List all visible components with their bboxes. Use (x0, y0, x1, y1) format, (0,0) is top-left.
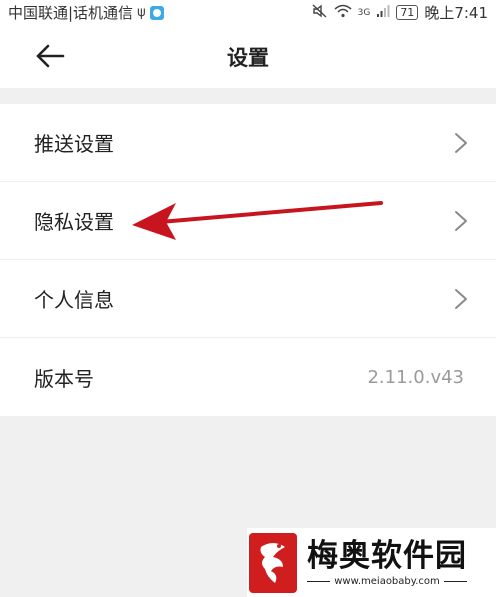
app-notification-icon (149, 5, 164, 20)
settings-item-label: 隐私设置 (34, 210, 114, 234)
watermark-name: 梅奥软件园 (307, 538, 467, 574)
chevron-right-icon (455, 210, 467, 231)
chevron-right-icon (455, 132, 467, 153)
status-left: 中国联通|话机通信 ψ (8, 2, 164, 23)
settings-item-personal-info[interactable]: 个人信息 (0, 260, 496, 338)
watermark-url: www.meiaobaby.com (334, 576, 440, 587)
settings-item-label: 推送设置 (34, 132, 114, 156)
version-label: 版本号 (34, 366, 94, 391)
settings-item-privacy[interactable]: 隐私设置 (0, 182, 496, 260)
watermark-text: 梅奥软件园 www.meiaobaby.com (307, 538, 468, 587)
divider (307, 581, 331, 582)
watermark: 梅奥软件园 www.meiaobaby.com (247, 528, 496, 597)
settings-item-version: 版本号 2.11.0.v43 (0, 338, 496, 416)
carrier-name: 中国联通|话机通信 (8, 4, 134, 22)
wifi-icon (334, 4, 352, 22)
mute-icon (312, 3, 328, 22)
page-title: 设置 (227, 46, 269, 70)
battery-indicator: 71 (396, 5, 419, 20)
settings-item-label: 个人信息 (34, 288, 114, 312)
divider (443, 581, 468, 582)
settings-list: 推送设置 隐私设置 个人信息 版本号 2.11.0.v43 (0, 104, 496, 416)
dragon-logo-icon (249, 532, 297, 593)
status-right: 3G 71 晚上7:41 (312, 2, 488, 23)
watermark-url-row: www.meiaobaby.com (307, 576, 468, 587)
status-bar: 中国联通|话机通信 ψ 3G 71 晚上7:41 (0, 0, 496, 24)
chevron-right-icon (455, 288, 467, 309)
signal-icon (376, 4, 390, 22)
settings-item-push[interactable]: 推送设置 (0, 104, 496, 182)
usb-icon: ψ (137, 5, 146, 20)
app-header: 设置 (0, 24, 496, 88)
clock: 晚上7:41 (424, 4, 488, 22)
settings-screen: 中国联通|话机通信 ψ 3G 71 晚上7:41 设置 推送设置 隐私设置 个人… (0, 0, 496, 597)
network-type: 3G (357, 7, 371, 18)
version-value: 2.11.0.v43 (367, 366, 464, 388)
